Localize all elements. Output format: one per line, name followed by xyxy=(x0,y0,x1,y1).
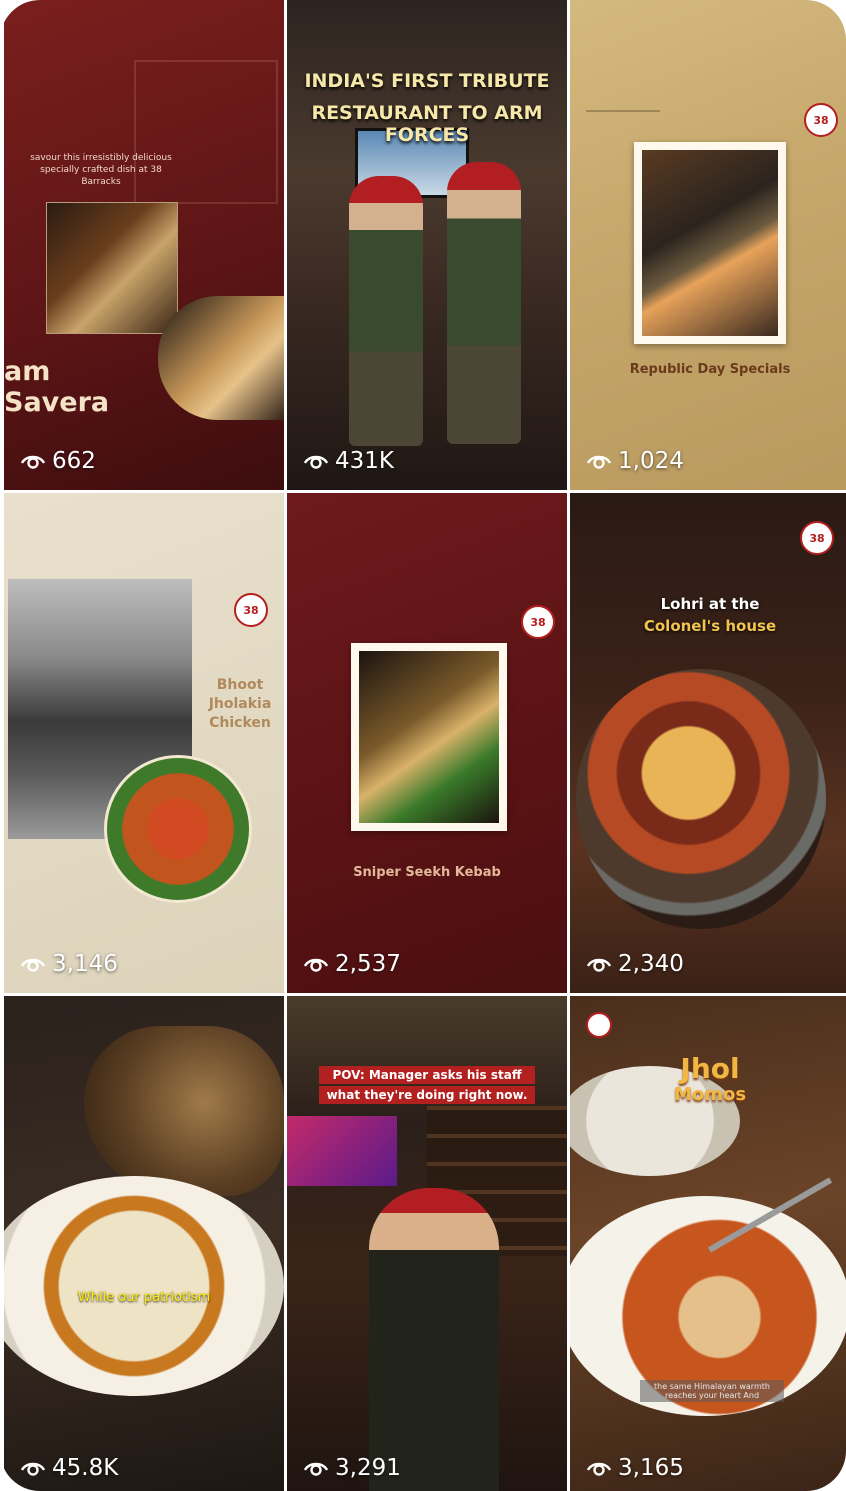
subtitle: While our patriotism xyxy=(77,1290,211,1305)
view-count: 3,165 xyxy=(586,1455,684,1481)
helicopter-icon xyxy=(586,110,660,132)
reel-tile-9[interactable]: Jhol Momos the same Himalayan warmth rea… xyxy=(570,996,846,1491)
view-count: 2,537 xyxy=(303,951,401,977)
restaurant-logo: 38 xyxy=(800,521,834,555)
eye-icon xyxy=(303,1458,329,1478)
eye-icon xyxy=(586,451,612,471)
reel-tile-7[interactable]: While our patriotism 45.8K xyxy=(4,996,284,1491)
view-count-value: 1,024 xyxy=(618,448,684,474)
view-count: 431K xyxy=(303,448,394,474)
view-count-value: 3,146 xyxy=(52,951,118,977)
staff-person-1 xyxy=(349,176,423,446)
dish-title-line-2: Jholakia xyxy=(208,696,272,712)
reels-grid-frame: savour this irresistibly delicious speci… xyxy=(0,0,846,1491)
food-plate xyxy=(104,755,252,903)
headline-line-2: RESTAURANT TO ARM FORCES xyxy=(311,102,543,146)
view-count-value: 2,537 xyxy=(335,951,401,977)
reel-tile-8[interactable]: POV: Manager asks his staff what they're… xyxy=(287,996,567,1491)
view-count: 662 xyxy=(20,448,96,474)
staff-person-2 xyxy=(447,162,521,444)
eye-icon xyxy=(20,954,46,974)
food-photo xyxy=(359,651,499,823)
restaurant-logo: 38 xyxy=(521,605,555,639)
eye-icon xyxy=(303,451,329,471)
view-count: 45.8K xyxy=(20,1455,118,1481)
dish-title-line-1: Jhol xyxy=(680,1052,740,1085)
caption-line-2: what they're doing right now. xyxy=(319,1086,535,1104)
restaurant-logo: 38 xyxy=(804,103,838,137)
postage-stamp-frame xyxy=(351,643,507,831)
neon-screen xyxy=(287,1116,397,1186)
teapot xyxy=(84,1026,284,1196)
view-count: 1,024 xyxy=(586,448,684,474)
headline-line-1: INDIA'S FIRST TRIBUTE xyxy=(304,70,550,92)
view-count: 2,340 xyxy=(586,951,684,977)
eye-icon xyxy=(303,954,329,974)
reel-tile-2[interactable]: INDIA'S FIRST TRIBUTE RESTAURANT TO ARM … xyxy=(287,0,567,490)
thali-plate xyxy=(576,669,826,929)
event-title-line-1: Lohri at the xyxy=(660,595,760,613)
view-count-value: 431K xyxy=(335,448,394,474)
food-photo xyxy=(642,150,778,336)
eye-icon xyxy=(586,954,612,974)
view-count-value: 45.8K xyxy=(52,1455,119,1481)
eye-icon xyxy=(20,1458,46,1478)
reels-grid: savour this irresistibly delicious speci… xyxy=(4,0,846,1491)
postage-stamp-frame xyxy=(634,142,786,344)
eye-icon xyxy=(586,1458,612,1478)
view-count-value: 2,340 xyxy=(618,951,684,977)
food-photo-plate xyxy=(158,296,284,420)
reel-tile-1[interactable]: savour this irresistibly delicious speci… xyxy=(4,0,284,490)
reel-tile-5[interactable]: 38 Sniper Seekh Kebab 2,537 xyxy=(287,493,567,993)
caption-line-1: POV: Manager asks his staff xyxy=(319,1066,535,1084)
view-count: 3,146 xyxy=(20,951,118,977)
caption: Sniper Seekh Kebab xyxy=(353,865,501,880)
view-count-value: 3,165 xyxy=(618,1455,684,1481)
view-count: 3,291 xyxy=(303,1455,401,1481)
dish-title-line-2: Momos xyxy=(673,1084,747,1105)
caption-small: savour this irresistibly delicious speci… xyxy=(30,153,172,187)
eye-icon xyxy=(20,451,46,471)
subtitle: the same Himalayan warmth reaches your h… xyxy=(640,1380,784,1402)
event-title-line-2: Colonel's house xyxy=(643,617,777,635)
restaurant-logo xyxy=(586,1012,612,1038)
reel-tile-6[interactable]: 38 Lohri at the Colonel's house 2,340 xyxy=(570,493,846,993)
reel-tile-4[interactable]: 38 Bhoot Jholakia Chicken 3,146 xyxy=(4,493,284,993)
dish-title-line-1: Bhoot xyxy=(216,677,264,693)
caption: Republic Day Specials xyxy=(629,362,791,377)
view-count-value: 662 xyxy=(52,448,96,474)
caption-big: am Savera xyxy=(4,356,110,418)
staff-person xyxy=(369,1188,499,1491)
dish-title-line-3: Chicken xyxy=(209,715,271,731)
view-count-value: 3,291 xyxy=(335,1455,401,1481)
restaurant-logo: 38 xyxy=(234,593,268,627)
food-photo xyxy=(46,202,178,334)
reel-tile-3[interactable]: 38 Republic Day Specials 1,024 xyxy=(570,0,846,490)
